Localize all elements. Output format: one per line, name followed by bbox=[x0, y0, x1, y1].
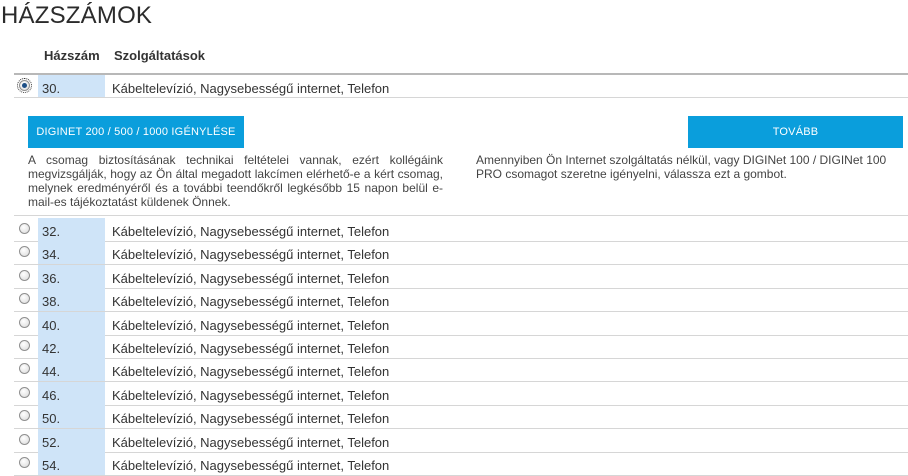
house-number-cell: 46. bbox=[38, 382, 105, 405]
house-radio[interactable] bbox=[19, 387, 30, 398]
house-number-cell: 32. bbox=[38, 218, 105, 241]
house-radio[interactable] bbox=[19, 363, 30, 374]
services-cell: Kábeltelevízió, Nagysebességű internet, … bbox=[112, 271, 390, 286]
table-row[interactable]: 42. Kábeltelevízió, Nagysebességű interne… bbox=[14, 335, 908, 358]
table-header: Házszám Szolgáltatások bbox=[0, 45, 908, 65]
house-number-cell: 30. bbox=[38, 75, 105, 98]
table-row[interactable]: 38. Kábeltelevízió, Nagysebességű interne… bbox=[14, 288, 908, 311]
services-cell: Kábeltelevízió, Nagysebességű internet, … bbox=[112, 81, 390, 96]
house-radio[interactable] bbox=[19, 317, 30, 328]
house-radio[interactable] bbox=[19, 340, 30, 351]
table-row[interactable]: 40. Kábeltelevízió, Nagysebességű interne… bbox=[14, 312, 908, 335]
house-number-cell: 42. bbox=[38, 335, 105, 358]
header-services: Szolgáltatások bbox=[114, 48, 206, 63]
house-radio[interactable] bbox=[19, 293, 30, 304]
table-row[interactable]: 46. Kábeltelevízió, Nagysebességű interne… bbox=[14, 382, 908, 405]
services-cell: Kábeltelevízió, Nagysebességű internet, … bbox=[112, 435, 390, 450]
house-radio-selected[interactable] bbox=[17, 78, 32, 93]
house-number-cell: 38. bbox=[38, 288, 105, 311]
services-cell: Kábeltelevízió, Nagysebességű internet, … bbox=[112, 411, 390, 426]
next-note: Amennyiben Ön Internet szolgáltatás nélk… bbox=[476, 153, 887, 181]
diginet-order-button[interactable]: DIGINET 200 / 500 / 1000 IGÉNYLÉSE bbox=[28, 116, 244, 148]
house-radio[interactable] bbox=[19, 434, 30, 445]
table-row[interactable]: 32. Kábeltelevízió, Nagysebességű interne… bbox=[14, 218, 908, 241]
house-radio[interactable] bbox=[19, 223, 30, 234]
house-radio[interactable] bbox=[19, 246, 30, 257]
row-divider bbox=[14, 97, 908, 98]
page-title: HÁZSZÁMOK bbox=[1, 2, 153, 29]
house-number-cell: 50. bbox=[38, 405, 105, 428]
house-number-cell: 40. bbox=[38, 312, 105, 335]
table-row[interactable]: 54. Kábeltelevízió, Nagysebességű interne… bbox=[14, 452, 908, 475]
services-cell: Kábeltelevízió, Nagysebességű internet, … bbox=[112, 341, 390, 356]
services-cell: Kábeltelevízió, Nagysebességű internet, … bbox=[112, 364, 390, 379]
header-house-number: Házszám bbox=[44, 48, 100, 63]
services-cell: Kábeltelevízió, Nagysebességű internet, … bbox=[112, 458, 390, 473]
order-note: A csomag biztosításának technikai feltét… bbox=[28, 153, 443, 209]
house-number-cell: 44. bbox=[38, 358, 105, 381]
services-cell: Kábeltelevízió, Nagysebességű internet, … bbox=[112, 294, 390, 309]
house-number-cell: 34. bbox=[38, 241, 105, 264]
services-cell: Kábeltelevízió, Nagysebességű internet, … bbox=[112, 318, 390, 333]
table-row[interactable]: 34. Kábeltelevízió, Nagysebességű interne… bbox=[14, 241, 908, 264]
services-cell: Kábeltelevízió, Nagysebességű internet, … bbox=[112, 224, 390, 239]
house-radio[interactable] bbox=[19, 457, 30, 468]
table-row[interactable]: 50. Kábeltelevízió, Nagysebességű interne… bbox=[14, 405, 908, 428]
house-radio[interactable] bbox=[19, 270, 30, 281]
table-row-selected[interactable]: 30. Kábeltelevízió, Nagysebességű intern… bbox=[14, 75, 908, 98]
next-button[interactable]: TOVÁBB bbox=[688, 116, 903, 148]
house-number-cell: 52. bbox=[38, 429, 105, 452]
services-cell: Kábeltelevízió, Nagysebességű internet, … bbox=[112, 388, 390, 403]
house-number-cell: 54. bbox=[38, 452, 105, 475]
house-number-cell: 36. bbox=[38, 265, 105, 288]
table-row[interactable]: 52. Kábeltelevízió, Nagysebességű interne… bbox=[14, 429, 908, 452]
section-divider bbox=[14, 215, 908, 216]
house-radio[interactable] bbox=[19, 410, 30, 421]
table-row[interactable]: 44. Kábeltelevízió, Nagysebességű interne… bbox=[14, 358, 908, 381]
table-row[interactable]: 36. Kábeltelevízió, Nagysebességű interne… bbox=[14, 265, 908, 288]
services-cell: Kábeltelevízió, Nagysebességű internet, … bbox=[112, 247, 390, 262]
